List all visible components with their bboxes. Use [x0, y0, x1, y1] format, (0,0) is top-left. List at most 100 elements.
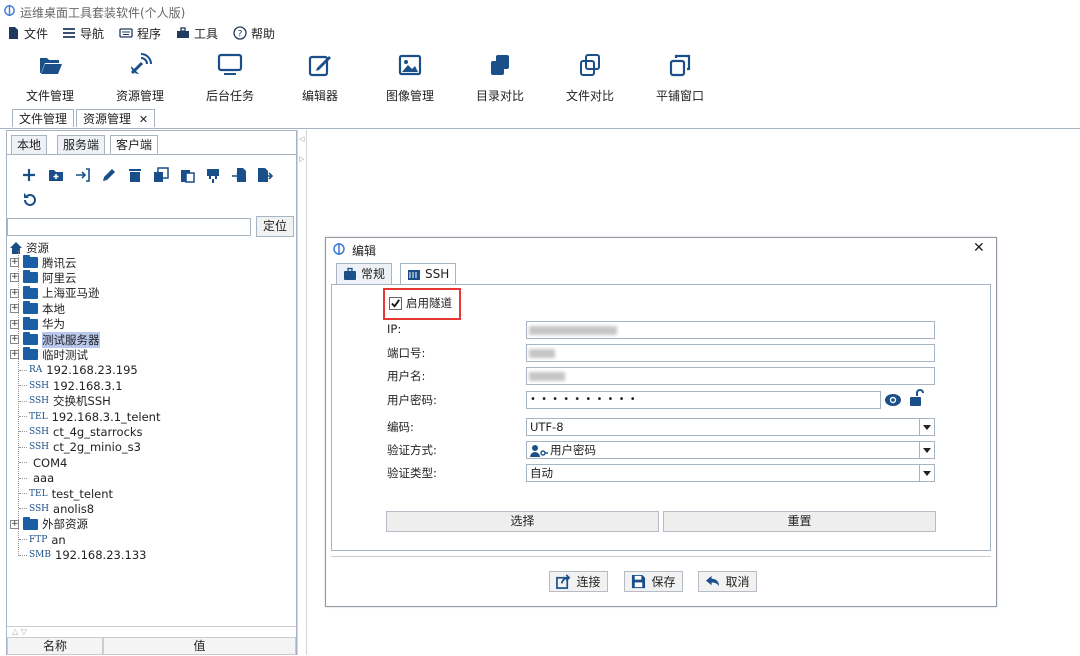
column-header-name[interactable]: 名称 — [7, 637, 103, 655]
close-icon[interactable]: ✕ — [139, 113, 148, 126]
expand-icon[interactable]: + — [10, 335, 19, 344]
toolbar-editor[interactable]: 编辑器 — [280, 50, 360, 104]
toolbar-dir-compare[interactable]: 目录对比 — [460, 50, 540, 104]
menu-help[interactable]: ? 帮助 — [233, 24, 275, 42]
tab-resource-manager[interactable]: 资源管理 ✕ — [76, 109, 156, 127]
auth-method-select[interactable]: 用户密码 — [526, 441, 935, 459]
tree-folder[interactable]: + 上海亚马逊 — [7, 285, 100, 301]
import-icon[interactable] — [75, 167, 91, 183]
tree-connection[interactable]: SSH 192.168.3.1 — [19, 378, 123, 393]
tab-local[interactable]: 本地 — [11, 135, 48, 154]
chevron-down-icon[interactable] — [919, 419, 934, 435]
collapse-right-icon[interactable]: ▷ — [299, 155, 304, 163]
username-field[interactable] — [526, 367, 935, 385]
edit-icon — [308, 55, 331, 77]
encoding-select[interactable]: UTF-8 — [526, 418, 935, 436]
tree-connection[interactable]: FTP an — [19, 532, 66, 547]
search-input[interactable] — [7, 218, 251, 236]
menu-tools[interactable]: 工具 — [176, 24, 218, 42]
port-field[interactable] — [526, 344, 935, 362]
pencil-icon[interactable] — [101, 167, 117, 183]
connect-button[interactable]: 连接 — [549, 571, 608, 592]
password-field[interactable]: • • • • • • • • • • — [526, 391, 881, 409]
chevron-down-icon[interactable] — [919, 465, 934, 481]
tree-folder[interactable]: + 外部资源 — [7, 516, 88, 532]
toolbar-tile-windows[interactable]: 平铺窗口 — [640, 50, 720, 104]
tree-folder[interactable]: + 本地 — [7, 301, 65, 316]
expand-icon[interactable]: + — [10, 519, 19, 529]
close-icon[interactable]: ✕ — [973, 240, 985, 256]
plug-icon[interactable] — [205, 167, 221, 183]
toolbar-background-tasks[interactable]: 后台任务 — [190, 50, 270, 104]
copy-icon[interactable] — [153, 167, 169, 183]
tree-branch — [19, 416, 27, 417]
tree-connection[interactable]: SSH 交换机SSH — [19, 394, 111, 409]
select-button[interactable]: 选择 — [386, 511, 659, 532]
file-import-icon[interactable] — [231, 167, 247, 183]
tree-connection[interactable]: SSH ct_4g_starrocks — [19, 424, 143, 439]
locate-button[interactable]: 定位 — [256, 216, 294, 237]
tree-connection[interactable]: SMB 192.168.23.133 — [19, 548, 146, 563]
add-icon[interactable] — [21, 167, 37, 183]
tree-branch — [19, 539, 27, 541]
tree-folder[interactable]: + 阿里云 — [7, 270, 77, 285]
eye-icon[interactable] — [884, 392, 902, 408]
auth-type-select[interactable]: 自动 — [526, 464, 935, 482]
column-header-value[interactable]: 值 — [103, 637, 296, 655]
tree-root[interactable]: 资源 — [9, 240, 49, 255]
tree-connection[interactable]: SSH anolis8 — [19, 501, 94, 516]
tab-file-manager[interactable]: 文件管理 — [12, 109, 75, 127]
menu-navigation[interactable]: 导航 — [62, 24, 104, 42]
toolbar-resource-manager[interactable]: 资源管理 — [100, 50, 180, 104]
dialog-titlebar[interactable]: 编辑 ✕ — [326, 238, 996, 260]
panel-splitter[interactable]: ◁ ▷ — [297, 130, 307, 655]
toolbar: 文件管理 资源管理 后台任务 编辑器 图像管理 目录对比 文件对比 平铺窗口 — [0, 46, 1080, 106]
image-icon — [398, 54, 422, 76]
expand-icon[interactable]: + — [10, 273, 19, 283]
tree-branch — [19, 431, 27, 433]
tree-connection[interactable]: TEL 192.168.3.1_telent — [19, 409, 160, 424]
tab-server[interactable]: 服务端 — [57, 135, 106, 154]
cancel-button[interactable]: 取消 — [698, 571, 757, 592]
menu-program[interactable]: 程序 — [119, 24, 161, 42]
tab-ssh[interactable]: SSH — [400, 263, 457, 285]
expand-icon[interactable]: + — [10, 258, 19, 267]
tree-connection[interactable]: TEL test_telent — [19, 486, 113, 501]
save-button[interactable]: 保存 — [624, 571, 683, 592]
checkbox-box[interactable] — [389, 296, 402, 310]
tab-client[interactable]: 客户端 — [110, 135, 159, 155]
share-icon — [556, 574, 571, 589]
toolbar-image-manager[interactable]: 图像管理 — [370, 50, 450, 104]
tree-connection[interactable]: aaa — [19, 471, 54, 486]
toolbar-file-compare[interactable]: 文件对比 — [550, 50, 630, 104]
title-bar: 运维桌面工具套装软件(个人版) — [0, 0, 1080, 22]
expand-icon[interactable]: + — [10, 304, 19, 314]
unlock-icon[interactable] — [909, 389, 925, 407]
tree-connection[interactable]: COM4 — [19, 455, 67, 470]
trash-icon[interactable] — [127, 167, 143, 183]
paste-icon[interactable] — [179, 167, 195, 183]
toolbar-file-manager[interactable]: 文件管理 — [10, 50, 90, 104]
tree-folder[interactable]: + 华为 — [7, 316, 65, 332]
add-folder-icon[interactable] — [48, 167, 64, 183]
menu-file[interactable]: 文件 — [6, 24, 48, 42]
tree-folder[interactable]: + 测试服务器 — [7, 331, 100, 348]
port-label: 端口号: — [387, 346, 426, 360]
tab-general[interactable]: 常规 — [336, 263, 393, 284]
expand-icon[interactable]: + — [10, 319, 19, 329]
tree-connection[interactable]: SSH ct_2g_minio_s3 — [19, 440, 141, 455]
collapse-left-icon[interactable]: ◁ — [299, 135, 304, 143]
tree-folder[interactable]: + 临时测试 — [7, 347, 88, 362]
connection-type-icon: SSH — [29, 396, 50, 407]
file-export-icon[interactable] — [257, 167, 273, 183]
ip-field[interactable] — [526, 321, 935, 339]
tree-folder[interactable]: + 腾讯云 — [7, 255, 77, 270]
expand-icon[interactable]: + — [10, 288, 19, 298]
tree-connection[interactable]: RA 192.168.23.195 — [19, 363, 138, 378]
refresh-icon[interactable] — [21, 192, 37, 208]
splitter-handle[interactable]: △ ▽ — [7, 626, 301, 636]
reset-button[interactable]: 重置 — [663, 511, 936, 532]
expand-icon[interactable]: + — [10, 350, 19, 360]
chevron-down-icon[interactable] — [919, 442, 934, 458]
enable-tunnel-checkbox[interactable]: 启用隧道 — [389, 295, 452, 311]
